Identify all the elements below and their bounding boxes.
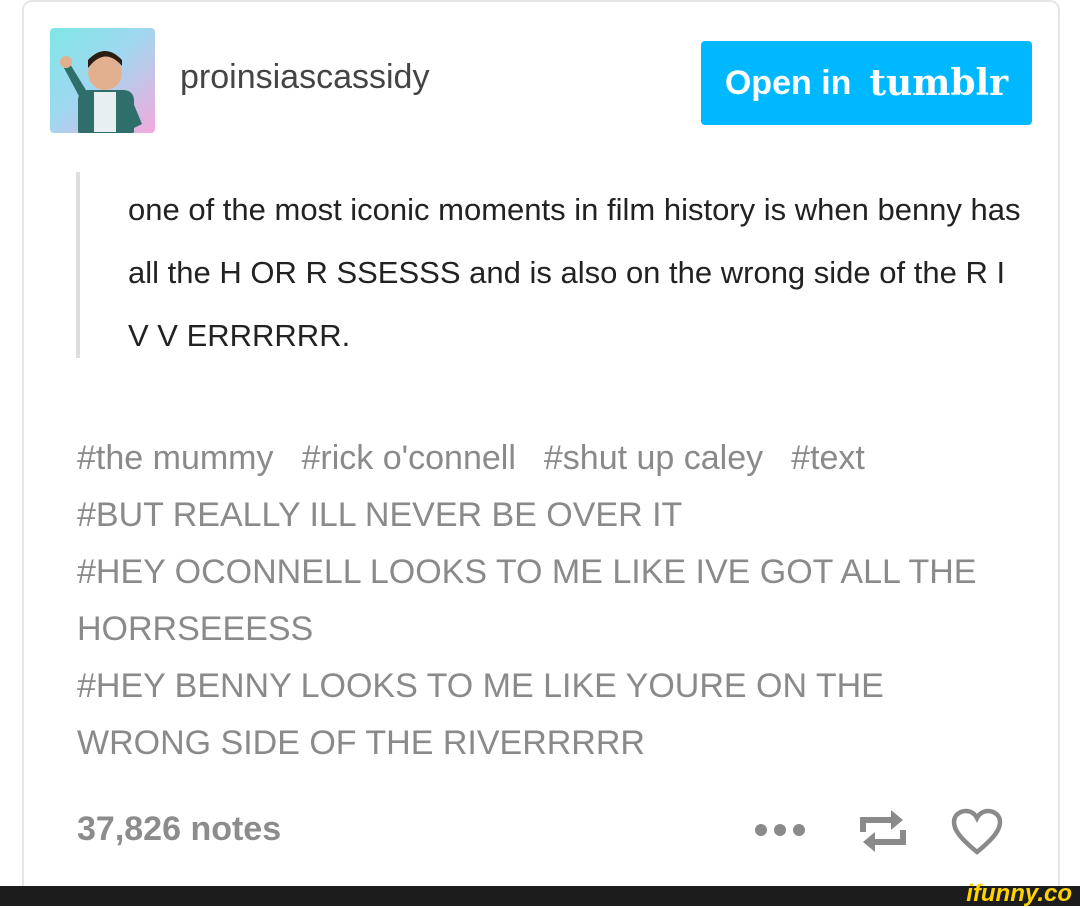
open-in-label: Open in (724, 63, 852, 102)
post-quote: one of the most iconic moments in film h… (128, 192, 1021, 353)
tumblr-logo-text: tumblr (869, 62, 1009, 104)
avatar[interactable] (50, 28, 155, 133)
tag[interactable]: #HEY OCONNELL LOOKS TO ME LIKE IVE GOT A… (77, 553, 976, 648)
tag[interactable]: #HEY BENNY LOOKS TO ME LIKE YOURE ON THE… (77, 667, 884, 762)
reblog-icon[interactable] (855, 806, 911, 861)
quote-bar (76, 172, 80, 358)
avatar-image (60, 51, 142, 133)
username[interactable]: proinsiascassidy (180, 58, 429, 97)
tag[interactable]: #rick o'connell (302, 439, 516, 477)
tag[interactable]: #text (791, 439, 865, 477)
footer-bar: ifunny.co (0, 880, 1080, 907)
tag[interactable]: #the mummy (77, 439, 274, 477)
notes-count[interactable]: 37,826 notes (77, 810, 281, 849)
tag[interactable]: #shut up caley (544, 439, 763, 477)
tag-list: #the mummy #rick o'connell #shut up caley #… (77, 430, 1007, 772)
open-in-tumblr-button[interactable]: Open in tumblr (701, 41, 1032, 125)
tag[interactable]: #BUT REALLY ILL NEVER BE OVER IT (77, 496, 682, 534)
heart-icon[interactable] (950, 808, 1004, 861)
more-icon[interactable] (752, 820, 808, 845)
ifunny-watermark: ifunny.co (966, 880, 1072, 907)
